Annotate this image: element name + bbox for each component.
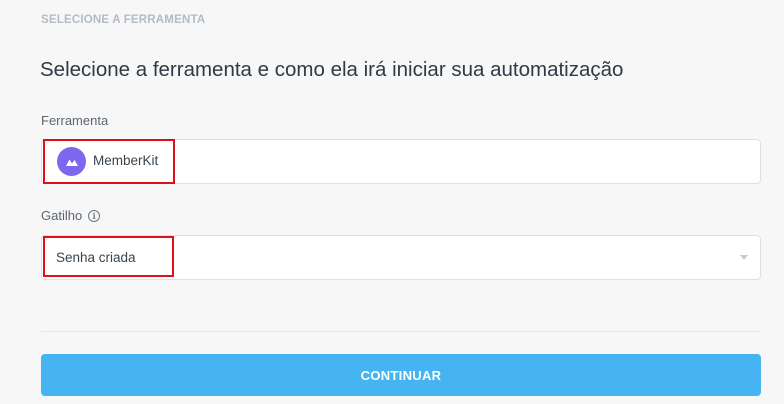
chevron-down-icon[interactable] — [740, 255, 748, 260]
continue-button[interactable]: CONTINUAR — [41, 354, 761, 396]
tool-highlight-box — [43, 139, 175, 184]
trigger-label-text: Gatilho — [41, 208, 83, 223]
trigger-field-label: Gatilho i — [41, 208, 101, 223]
info-icon[interactable]: i — [88, 209, 101, 222]
page-title: Selecione a ferramenta e como ela irá in… — [40, 58, 624, 81]
tool-selection-page: SELECIONE A FERRAMENTA Selecione a ferra… — [0, 0, 784, 404]
step-label: SELECIONE A FERRAMENTA — [41, 14, 206, 26]
divider — [41, 331, 761, 332]
trigger-highlight-box — [43, 236, 174, 277]
tool-field-label: Ferramenta — [41, 113, 109, 128]
